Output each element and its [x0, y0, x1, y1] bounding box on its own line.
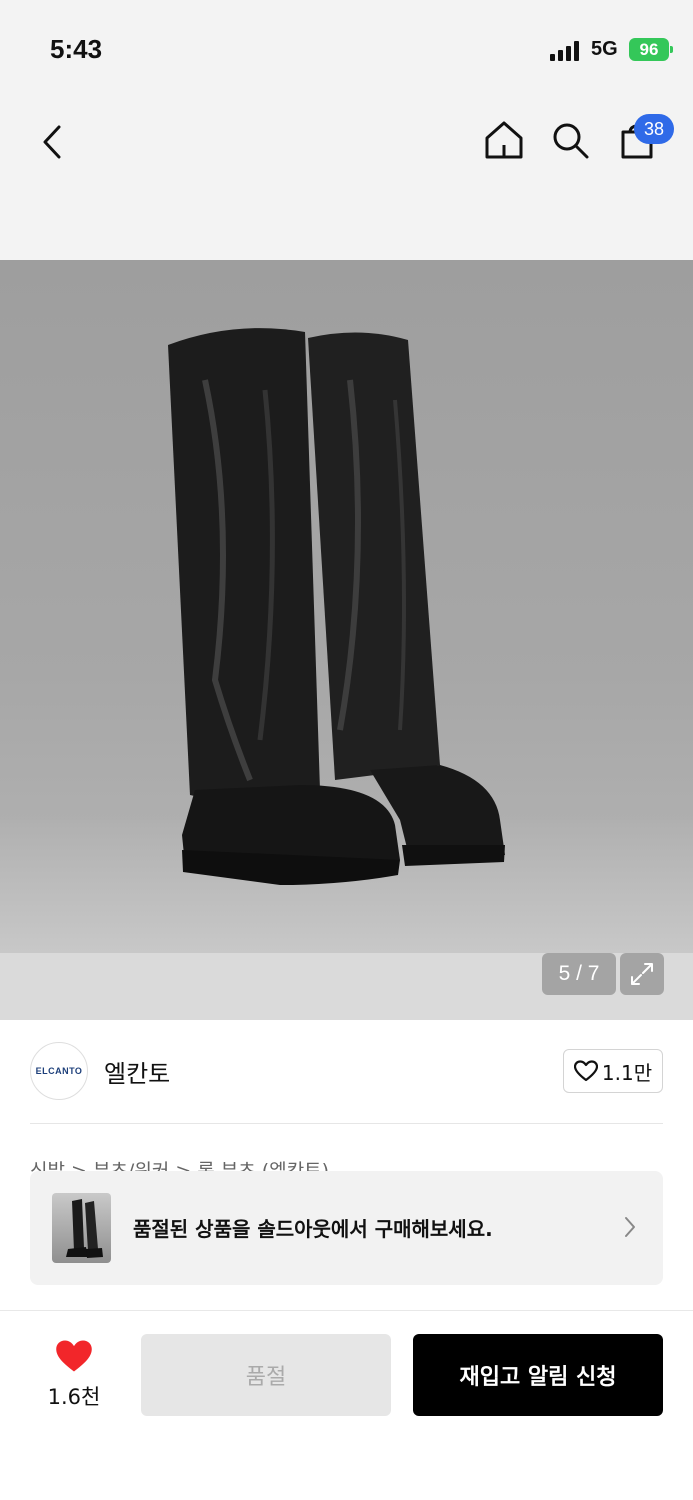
back-button[interactable] [28, 118, 76, 166]
battery-level: 96 [639, 40, 659, 59]
restock-alert-button[interactable]: 재입고 알림 신청 [413, 1334, 663, 1416]
status-bar: 5:43 5G 96 [0, 0, 693, 100]
product-like-count: 1.6천 [47, 1385, 101, 1409]
heart-filled-icon [56, 1340, 92, 1372]
brand-name[interactable]: 엘칸토 [104, 1054, 170, 1089]
product-image-gallery[interactable]: 5 / 7 [0, 260, 693, 1020]
heart-outline-icon [573, 1060, 598, 1082]
soldout-button[interactable]: 품절 [141, 1334, 391, 1416]
status-time: 5:43 [50, 34, 103, 64]
network-label: 5G [591, 38, 618, 60]
signal-icon [550, 41, 582, 61]
expand-image-button[interactable] [620, 953, 664, 995]
bottom-action-bar: 1.6천 품절 재입고 알림 신청 [0, 1310, 693, 1500]
brand-logo[interactable]: ELCANTO [30, 1042, 88, 1100]
brand-row: ELCANTO 엘칸토 1.1만 [30, 1040, 663, 1124]
brand-like-button[interactable]: 1.1만 [563, 1049, 663, 1093]
home-button[interactable] [480, 116, 528, 164]
image-counter: 5 / 7 [542, 953, 616, 995]
breadcrumb[interactable]: 신발 > 부츠/워커 > 롱 부츠 (엘칸토) [30, 1152, 663, 1172]
chevron-left-icon [43, 125, 61, 159]
battery-icon: 96 [629, 38, 673, 61]
chevron-right-icon [625, 1217, 635, 1237]
brand-logo-text: ELCANTO [35, 1066, 83, 1076]
search-button[interactable] [546, 116, 594, 164]
soldout-banner[interactable]: 품절된 상품을 솔드아웃에서 구매해보세요. [30, 1171, 663, 1285]
product-photo [0, 260, 693, 953]
search-icon [553, 123, 589, 159]
top-nav: 38 [0, 100, 693, 260]
expand-icon [631, 963, 653, 985]
cart-count-badge: 38 [634, 114, 674, 144]
home-icon [485, 121, 523, 159]
brand-like-count: 1.1만 [601, 1060, 653, 1085]
soldout-thumbnail [52, 1193, 111, 1263]
soldout-banner-text: 품절된 상품을 솔드아웃에서 구매해보세요. [133, 1217, 493, 1241]
breadcrumb-text: 신발 > 부츠/워커 > 롱 부츠 (엘칸토) [30, 1160, 330, 1172]
product-like-button[interactable]: 1.6천 [40, 1339, 108, 1411]
boots-image [168, 328, 505, 885]
